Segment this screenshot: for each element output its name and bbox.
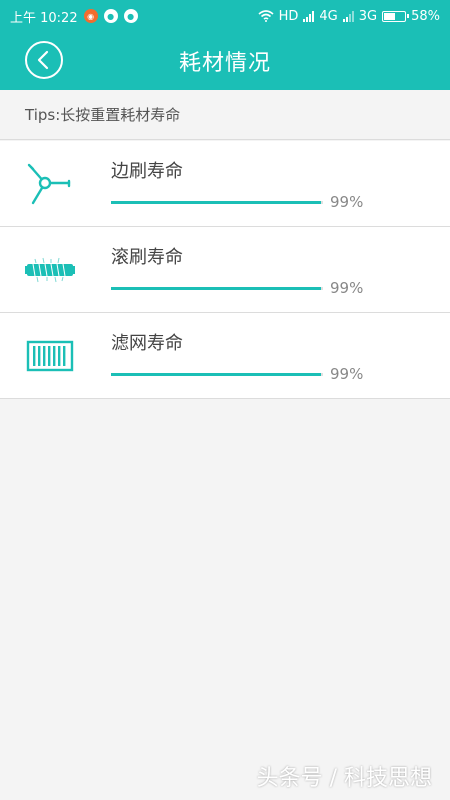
consumable-item-roller-brush[interactable]: 滚刷寿命 99% — [0, 227, 450, 313]
tips-text: Tips:长按重置耗材寿命 — [0, 90, 450, 140]
network-hd-label: HD — [278, 8, 299, 24]
signal-icon — [303, 10, 315, 22]
wifi-icon — [258, 10, 274, 22]
progress-bar-filter — [111, 373, 323, 376]
progress-fill — [111, 287, 321, 290]
wechat-notification-icon: ● — [103, 9, 118, 23]
signal-icon-2 — [342, 10, 354, 22]
app-header: 耗材情况 — [0, 32, 450, 90]
status-bar: 上午 10:22 ◉ ● ● HD 4G 3G 58% — [0, 0, 450, 32]
progress-fill — [111, 201, 321, 204]
battery-icon — [382, 10, 410, 22]
network-3g-label: 3G — [358, 8, 378, 24]
status-time: 上午 10:22 — [10, 10, 78, 26]
item-label-roller-brush: 滚刷寿命 — [111, 247, 183, 268]
status-left: 上午 10:22 ◉ ● ● — [10, 0, 138, 32]
progress-fill — [111, 373, 321, 376]
battery-percent: 58% — [411, 8, 440, 24]
progress-percent-filter: 99% — [330, 365, 364, 383]
progress-percent-side-brush: 99% — [330, 193, 364, 211]
network-4g-label: 4G — [319, 8, 338, 24]
notification-app-icon: ◉ — [83, 9, 98, 23]
filter-icon — [25, 333, 75, 379]
progress-bar-side-brush — [111, 201, 323, 204]
roller-brush-icon — [25, 247, 75, 293]
consumable-item-filter[interactable]: 滤网寿命 99% — [0, 313, 450, 399]
item-label-side-brush: 边刷寿命 — [111, 161, 183, 182]
status-right: HD 4G 3G 58% — [258, 0, 440, 32]
progress-percent-roller-brush: 99% — [330, 279, 364, 297]
item-label-filter: 滤网寿命 — [111, 333, 183, 354]
side-brush-icon — [25, 161, 75, 207]
page-title: 耗材情况 — [178, 51, 271, 76]
watermark-text: 头条号 / 科技思想 — [256, 766, 432, 791]
progress-bar-roller-brush — [111, 287, 323, 290]
wechat-notification-icon-2: ● — [123, 9, 138, 23]
consumable-item-side-brush[interactable]: 边刷寿命 99% — [0, 141, 450, 227]
